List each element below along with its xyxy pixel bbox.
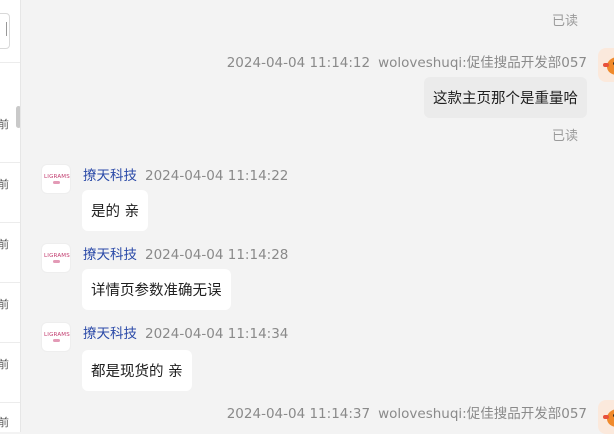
bird-beak-shape (603, 63, 609, 67)
shop-logo-text: LIGRAMS (44, 253, 70, 259)
shop-avatar[interactable]: LIGRAMS (41, 243, 71, 273)
conversation-time: 前 (0, 176, 9, 192)
message-meta: 2024-04-04 11:14:12 woloveshuqi:促佳搜品开发部05… (227, 51, 587, 71)
conversation-search-input[interactable] (0, 13, 10, 49)
message-meta: 撩天科技 2024-04-04 11:14:28 (83, 243, 288, 263)
sender-name: woloveshuqi:促佳搜品开发部057 (378, 406, 587, 422)
conversation-time: 前 (0, 414, 9, 430)
message-bubble-outgoing[interactable]: 这款主页那个是重量哈 (424, 77, 587, 118)
my-avatar[interactable] (598, 48, 614, 82)
list-divider (0, 282, 20, 283)
my-avatar[interactable] (598, 400, 614, 434)
message-meta: 撩天科技 2024-04-04 11:14:34 (83, 322, 288, 342)
read-status: 已读 (552, 129, 579, 144)
conversation-time: 前 (0, 356, 9, 372)
chat-message-area: 已读 2024-04-04 11:14:12 woloveshuqi:促佳搜品开发… (21, 0, 614, 434)
message-bubble-incoming[interactable]: 详情页参数准确无误 (82, 269, 231, 310)
shop-logo-text: LIGRAMS (44, 174, 70, 180)
shop-avatar[interactable]: LIGRAMS (41, 322, 71, 352)
shop-logo-text: LIGRAMS (44, 332, 70, 338)
message-bubble-incoming[interactable]: 是的 亲 (82, 190, 149, 231)
list-divider (0, 62, 20, 63)
message-timestamp: 2024-04-04 11:14:34 (145, 326, 289, 342)
shop-name: 撩天科技 (83, 168, 137, 184)
list-divider (0, 222, 20, 223)
text-caret (6, 22, 7, 36)
message-timestamp: 2024-04-04 11:14:28 (145, 247, 289, 263)
list-divider (0, 342, 20, 343)
list-divider (0, 402, 20, 403)
shop-logo-mark (53, 181, 60, 184)
message-meta: 撩天科技 2024-04-04 11:14:22 (83, 164, 288, 184)
bird-beak-shape (603, 415, 609, 419)
shop-logo-mark (53, 260, 60, 263)
conversation-time: 前 (0, 116, 9, 132)
conversation-time: 前 (0, 236, 9, 252)
message-bubble-incoming[interactable]: 都是现货的 亲 (82, 350, 192, 391)
sender-name: woloveshuqi:促佳搜品开发部057 (378, 55, 587, 71)
message-timestamp: 2024-04-04 11:14:37 (226, 406, 371, 422)
shop-logo-mark (53, 339, 60, 342)
shop-name: 撩天科技 (83, 247, 137, 263)
shop-name: 撩天科技 (83, 326, 137, 342)
message-timestamp: 2024-04-04 11:14:12 (226, 55, 371, 71)
read-status: 已读 (552, 14, 579, 29)
conversation-time: 前 (0, 296, 9, 312)
list-divider (0, 162, 20, 163)
message-meta: 2024-04-04 11:14:37 woloveshuqi:促佳搜品开发部05… (227, 402, 587, 422)
conversation-list-panel: 前 前 前 前 前 前 (0, 0, 21, 432)
message-timestamp: 2024-04-04 11:14:22 (145, 168, 289, 184)
shop-avatar[interactable]: LIGRAMS (41, 164, 71, 194)
